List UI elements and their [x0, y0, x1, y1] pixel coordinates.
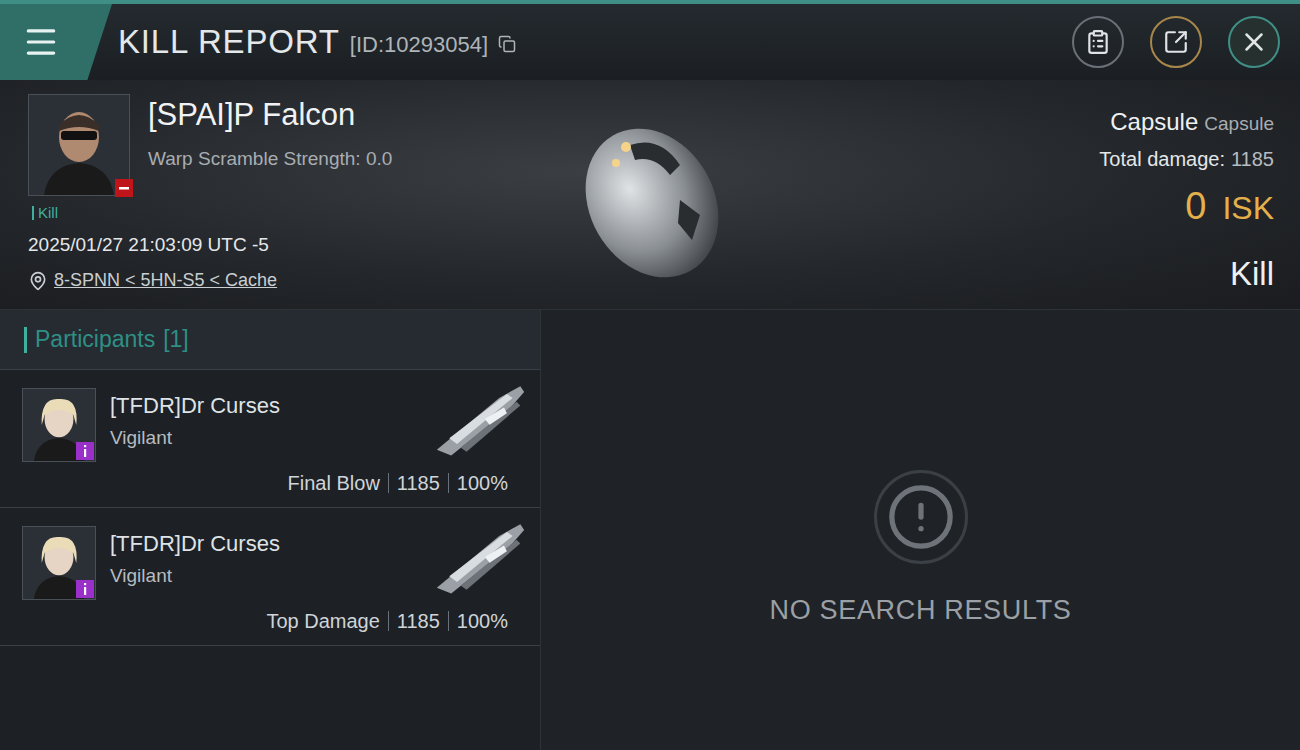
header-bar: KILL REPORT [ID:10293054]	[0, 0, 1300, 80]
capsule-ship-icon	[560, 105, 740, 285]
clipboard-icon	[1085, 29, 1111, 55]
participant-ship: Vigilant	[110, 426, 280, 450]
share-icon	[1163, 29, 1189, 55]
pin-icon	[28, 271, 48, 291]
empty-message: NO SEARCH RESULTS	[769, 590, 1071, 631]
isk-value: 0	[1185, 178, 1206, 235]
tag-marker	[32, 206, 34, 220]
participant-name: [TFDR]Dr Curses	[110, 392, 280, 420]
participant-damage: 1185	[397, 606, 440, 636]
info-badge-icon	[76, 442, 94, 460]
report-id: [ID:10293054]	[350, 28, 488, 61]
report-title: KILL REPORT	[118, 17, 340, 67]
participant-row[interactable]: [TFDR]Dr Curses Vigilant Top Damage 1185 100…	[0, 508, 540, 646]
participant-share: 100%	[457, 468, 508, 498]
header-marker	[24, 327, 27, 353]
participant-name: [TFDR]Dr Curses	[110, 530, 280, 558]
close-button[interactable]	[1228, 16, 1280, 68]
victim-name: [SPAI]P Falcon	[148, 96, 392, 135]
frigate-ship-icon	[432, 380, 528, 458]
separator	[388, 473, 389, 493]
participants-label: Participants	[35, 322, 155, 357]
participants-header: Participants [1]	[0, 310, 540, 370]
participants-count: [1]	[163, 322, 189, 357]
alert-icon	[886, 482, 956, 552]
damage-label: Total damage:	[1099, 144, 1225, 174]
menu-button[interactable]	[0, 4, 112, 80]
participant-share: 100%	[457, 606, 508, 636]
participant-role: Top Damage	[266, 606, 379, 636]
victim-panel: [SPAI]P Falcon Warp Scramble Strength: 0.…	[0, 80, 1300, 310]
info-badge-icon	[76, 580, 94, 598]
participant-ship: Vigilant	[110, 564, 280, 588]
share-button[interactable]	[1150, 16, 1202, 68]
kill-tag: Kill	[38, 202, 58, 225]
kill-time: 2025/01/27 21:03:09 UTC -5	[28, 231, 540, 260]
victim-portrait[interactable]	[28, 94, 130, 196]
location-text: 8-SPNN < 5HN-S5 < Cache	[54, 267, 277, 294]
separator	[388, 611, 389, 631]
participant-portrait[interactable]	[22, 526, 96, 600]
results-panel: NO SEARCH RESULTS	[541, 310, 1300, 750]
participants-panel: Participants [1] [TFDR]Dr Curses Vigilant Fi…	[0, 310, 541, 750]
separator	[448, 611, 449, 631]
location-link[interactable]: 8-SPNN < 5HN-S5 < Cache	[28, 267, 540, 294]
ship-type: Capsule	[1204, 110, 1274, 139]
empty-circle	[874, 470, 968, 564]
participant-role: Final Blow	[288, 468, 380, 498]
result-label: Kill	[1230, 249, 1274, 299]
kill-report-screen: KILL REPORT [ID:10293054] [SPAI]P Falcon Wa…	[0, 0, 1300, 750]
copy-icon[interactable]	[498, 35, 516, 53]
participant-row[interactable]: [TFDR]Dr Curses Vigilant Final Blow 1185 100…	[0, 370, 540, 508]
warp-scramble: Warp Scramble Strength: 0.0	[148, 145, 392, 174]
separator	[448, 473, 449, 493]
hostile-badge-icon	[115, 179, 133, 197]
damage-value: 1185	[1231, 144, 1274, 174]
frigate-ship-icon	[432, 518, 528, 596]
isk-currency: ISK	[1222, 184, 1274, 232]
close-icon	[1239, 27, 1269, 57]
ship-name: Capsule	[1110, 104, 1198, 140]
participant-portrait[interactable]	[22, 388, 96, 462]
log-button[interactable]	[1072, 16, 1124, 68]
pilot-portrait-icon	[29, 95, 129, 195]
menu-icon	[22, 23, 60, 61]
participant-damage: 1185	[397, 468, 440, 498]
